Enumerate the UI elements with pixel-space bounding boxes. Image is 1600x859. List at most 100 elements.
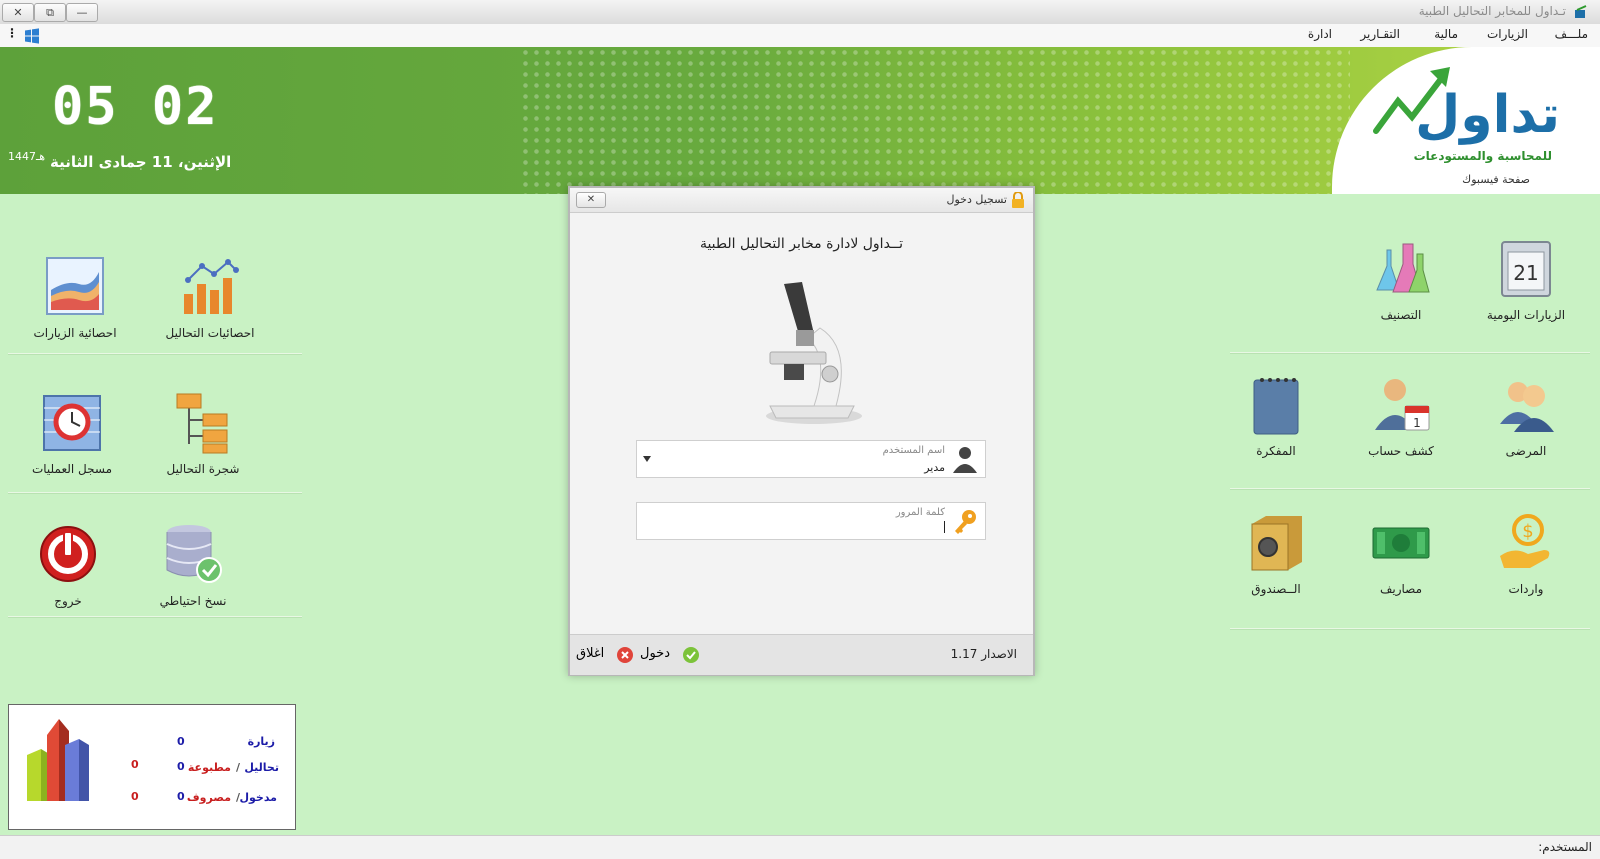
window-minimize-button[interactable]: — xyxy=(66,3,98,22)
chevron-down-icon[interactable] xyxy=(643,456,651,462)
tile-label: كشف حساب xyxy=(1368,444,1434,458)
tile-label: احصائية الزيارات xyxy=(33,326,117,340)
logo-subtitle: للمحاسبة والمستودعات xyxy=(1413,149,1552,163)
printed-label: مطبوعة xyxy=(187,761,231,774)
flasks-icon xyxy=(1376,243,1430,293)
menu-admin[interactable]: ادارة xyxy=(1308,27,1332,41)
statistics-panel: زيارة 0 تحاليل / مطبوعة 0 0 مدخول / مصرو… xyxy=(8,704,296,830)
window-close-button[interactable]: ✕ xyxy=(2,3,34,22)
date-value: 11 جمادى الثانية xyxy=(50,153,173,171)
tile-label: واردات xyxy=(1508,582,1544,596)
tile-test-tree[interactable]: شجرة التحاليل xyxy=(148,390,258,476)
tile-label: الــصندوق xyxy=(1251,582,1301,596)
username-field[interactable]: اسم المستخدم مدير xyxy=(636,440,986,478)
tile-label: خروج xyxy=(54,594,82,608)
expense-label: مصروف xyxy=(186,791,231,804)
password-placeholder: كلمة المرور xyxy=(895,507,945,518)
visit-label: زيارة xyxy=(247,735,275,748)
window-title: تـداول للمخابر التحاليل الطبية xyxy=(1418,4,1566,18)
current-date: الإثنين، 11 جمادى الثانية xyxy=(50,153,231,171)
tile-backup[interactable]: نسخ احتياطي xyxy=(138,522,248,608)
dialog-heading: تــداول لادارة مخابر التحاليل الطبية xyxy=(699,236,904,252)
account-statement-icon: 1 xyxy=(1375,379,1430,431)
header-banner: 05 02 الإثنين، 11 جمادى الثانية 1447هـ ت… xyxy=(0,47,1600,194)
tile-visit-statistics[interactable]: احصائية الزيارات xyxy=(20,254,130,340)
divider xyxy=(8,616,302,617)
logo-text: تداول xyxy=(1415,85,1562,145)
safe-icon xyxy=(1251,516,1302,571)
menu-reports[interactable]: التقـارير xyxy=(1360,27,1400,41)
bar-chart-icon xyxy=(184,259,239,314)
menu-visits[interactable]: الزيارات xyxy=(1487,27,1528,41)
calendar-icon: 21 xyxy=(1501,241,1551,297)
svg-text:1: 1 xyxy=(1413,416,1421,430)
login-label: دخول xyxy=(640,646,670,661)
user-icon xyxy=(953,447,977,473)
current-user-label: المستخدم: xyxy=(1538,840,1592,854)
dialog-title: تسجيل دخول xyxy=(946,193,1008,206)
tile-account-statement[interactable]: 1 كشف حساب xyxy=(1346,372,1456,458)
tile-cashbox[interactable]: الــصندوق xyxy=(1221,510,1331,596)
tile-test-statistics[interactable]: احصائيات التحاليل xyxy=(155,254,265,340)
tile-label: شجرة التحاليل xyxy=(166,462,240,476)
window-restore-button[interactable]: ⧉ xyxy=(34,3,66,22)
dialog-footer: الاصدار 1.17 دخول اغلاق xyxy=(570,634,1033,675)
income-amount: 0 xyxy=(177,790,185,803)
banner-pattern xyxy=(520,47,1350,194)
tile-expenses[interactable]: مصاريف xyxy=(1346,510,1456,596)
login-dialog: ✕ تسجيل دخول تــداول لادارة مخابر التحال… xyxy=(568,186,1035,676)
digital-clock: 05 02 xyxy=(52,77,219,137)
divider xyxy=(8,492,302,493)
hijri-year: 1447هـ xyxy=(8,150,46,163)
weekday: الإثنين، xyxy=(177,153,232,171)
cash-icon xyxy=(1372,527,1430,559)
dialog-close-button[interactable]: ✕ xyxy=(576,192,606,208)
divider xyxy=(1230,352,1590,353)
username-placeholder: اسم المستخدم xyxy=(882,445,945,456)
income-icon: $ xyxy=(1500,514,1550,568)
tile-classification[interactable]: التصنيف xyxy=(1346,236,1456,322)
buildings-chart-icon xyxy=(27,719,89,801)
tile-label: المفكرة xyxy=(1256,444,1296,458)
key-icon xyxy=(955,510,976,534)
dialog-titlebar: ✕ تسجيل دخول xyxy=(570,188,1033,213)
menu-file[interactable]: ملـــف xyxy=(1555,27,1588,41)
separator-slash: / xyxy=(235,761,240,774)
tile-daily-visits[interactable]: 21 الزيارات اليومية xyxy=(1471,236,1581,322)
tile-label: التصنيف xyxy=(1380,308,1422,322)
tile-operations-log[interactable]: مسجل العمليات xyxy=(17,390,127,476)
printed-count: 0 xyxy=(131,758,139,771)
facebook-link[interactable]: صفحة فيسبوك xyxy=(1462,173,1530,186)
income-label: مدخول xyxy=(239,791,277,804)
separator-slash: / xyxy=(235,791,240,804)
notepad-icon xyxy=(1253,378,1299,435)
password-field[interactable]: كلمة المرور xyxy=(636,502,986,540)
tile-label: الزيارات اليومية xyxy=(1486,308,1566,322)
power-icon xyxy=(40,526,96,582)
tile-income[interactable]: $ واردات xyxy=(1471,510,1581,596)
visit-count: 0 xyxy=(177,735,185,748)
more-menu-icon[interactable]: ⋮ xyxy=(6,26,18,40)
expense-amount: 0 xyxy=(131,790,139,803)
microscope-icon xyxy=(766,282,862,424)
check-icon xyxy=(683,647,699,663)
version-label: الاصدار 1.17 xyxy=(950,647,1017,661)
menu-bar: ⋮ ملـــف الزيارات مالية التقـارير ادارة xyxy=(0,24,1600,48)
tile-label: المرضى xyxy=(1505,444,1547,458)
tile-notepad[interactable]: المفكرة xyxy=(1221,372,1331,458)
menu-finance[interactable]: مالية xyxy=(1434,27,1458,41)
text-cursor xyxy=(944,521,945,533)
windows-icon[interactable] xyxy=(24,28,40,44)
close-label: اغلاق xyxy=(576,646,605,661)
cancel-icon xyxy=(617,647,633,663)
tile-patients[interactable]: المرضى xyxy=(1471,372,1581,458)
users-icon xyxy=(1500,382,1554,432)
tests-count: 0 xyxy=(177,760,185,773)
tile-label: نسخ احتياطي xyxy=(159,594,227,608)
logo-panel: تداول للمحاسبة والمستودعات صفحة فيسبوك xyxy=(1332,47,1600,194)
database-backup-icon xyxy=(166,525,222,583)
divider xyxy=(8,353,302,354)
tile-exit[interactable]: خروج xyxy=(13,522,123,608)
lock-icon xyxy=(1012,192,1024,208)
divider xyxy=(1230,488,1590,489)
